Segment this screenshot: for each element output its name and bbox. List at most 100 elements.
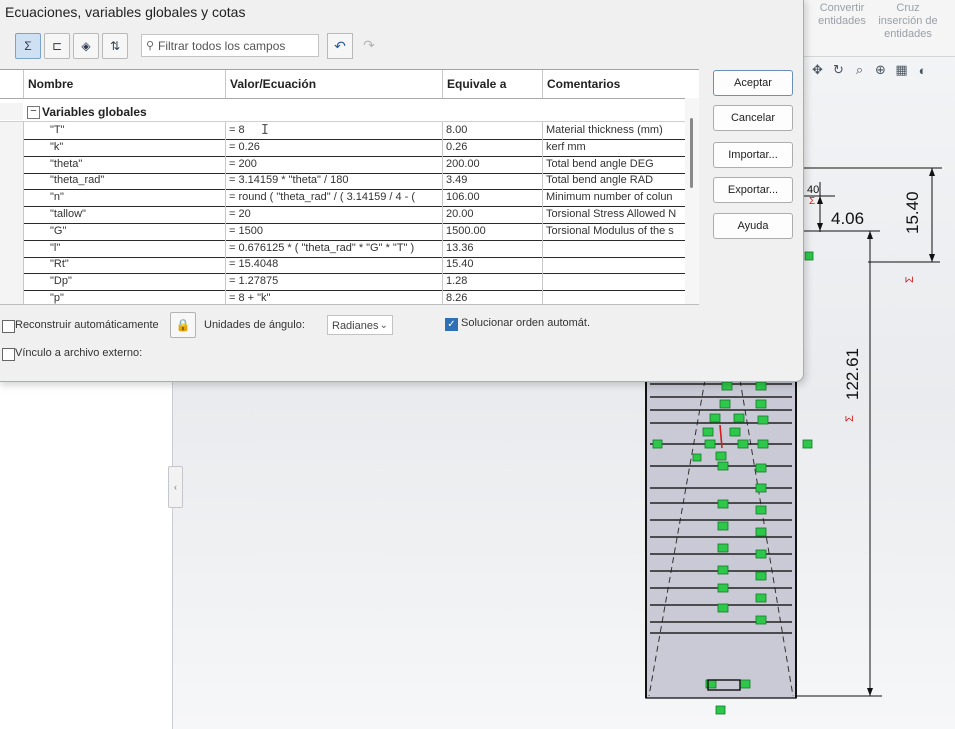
name-cell[interactable]: "k" [23, 138, 225, 156]
auto-solve-checkbox[interactable]: ✓ [445, 318, 458, 331]
name-cell[interactable]: "T" [23, 122, 225, 139]
equals-cell[interactable]: 13.36 [442, 239, 542, 257]
collapse-minus-icon[interactable]: − [27, 106, 40, 119]
equals-cell[interactable]: 1500.00 [442, 222, 542, 240]
equation-view-button[interactable]: Σ [15, 33, 41, 59]
name-cell[interactable]: "n" [23, 189, 225, 207]
group-row-global-variables[interactable]: − Variables globales [0, 103, 685, 122]
dimension-icon: ◈ [81, 39, 91, 53]
angle-units-select[interactable]: Radianes ⌄ [327, 315, 393, 335]
value-cell[interactable]: = 200 [225, 155, 442, 173]
comment-cell[interactable]: Total bend angle RAD [542, 172, 685, 190]
comment-cell[interactable]: Torsional Stress Allowed N [542, 206, 685, 223]
row-header[interactable] [0, 222, 23, 240]
table-row[interactable]: "n" = round ( "theta_rad" / ( 3.14159 / 4… [0, 189, 685, 208]
comment-cell[interactable] [542, 239, 685, 257]
equals-cell[interactable]: 3.49 [442, 172, 542, 190]
ordered-view-button[interactable]: ⇅ [102, 33, 128, 59]
row-header[interactable] [0, 189, 23, 207]
row-header[interactable] [0, 273, 23, 291]
comment-cell[interactable]: Material thickness (mm) [542, 122, 685, 139]
column-header-comments[interactable]: Comentarios [542, 70, 699, 98]
table-row[interactable]: "G" = 1500 1500.00 Torsional Modulus of the… [0, 222, 685, 241]
equals-cell[interactable]: 200.00 [442, 155, 542, 173]
scrollbar-thumb[interactable] [690, 118, 693, 188]
comment-cell[interactable]: Total bend angle DEG [542, 155, 685, 173]
export-button[interactable]: Exportar... [713, 177, 793, 203]
comment-cell[interactable]: Torsional Modulus of the s [542, 222, 685, 240]
column-header-value[interactable]: Valor/Ecuación [225, 70, 442, 98]
row-header[interactable] [0, 138, 23, 156]
row-header[interactable] [0, 172, 23, 190]
row-header[interactable] [0, 290, 23, 304]
name-cell[interactable]: "p" [23, 290, 225, 304]
row-header[interactable] [0, 239, 23, 257]
value-cell[interactable]: = 20 [225, 206, 442, 223]
cancel-button[interactable]: Cancelar [713, 105, 793, 131]
equals-cell[interactable]: 8.26 [442, 290, 542, 304]
table-row[interactable]: "k" = 0.26 0.26 kerf mm [0, 138, 685, 157]
name-cell[interactable]: "G" [23, 222, 225, 240]
name-cell[interactable]: "theta" [23, 155, 225, 173]
column-header-equals[interactable]: Equivale a [442, 70, 542, 98]
sigma-icon: Σ [24, 39, 32, 53]
sketch-equation-view-button[interactable]: ⊏ [44, 33, 70, 59]
name-cell[interactable]: "l" [23, 239, 225, 257]
equations-table: Nombre Valor/Ecuación Equivale a Comenta… [0, 69, 699, 305]
value-cell[interactable]: = 3.14159 * "theta" / 180 [225, 172, 442, 190]
table-scrollbar[interactable] [685, 98, 699, 304]
table-row[interactable]: "Rt" = 15.4048 15.40 [0, 256, 685, 275]
import-button[interactable]: Importar... [713, 142, 793, 168]
comment-cell[interactable]: kerf mm [542, 138, 685, 156]
equals-cell[interactable]: 1.28 [442, 273, 542, 291]
equals-cell[interactable]: 8.00 [442, 122, 542, 139]
dimension-arrows [817, 168, 935, 696]
undo-button[interactable]: ↶ [327, 33, 353, 59]
equals-cell[interactable]: 0.26 [442, 138, 542, 156]
accept-button[interactable]: Aceptar [713, 70, 793, 96]
row-header[interactable] [0, 155, 23, 173]
value-cell[interactable]: = 1.27875 [225, 273, 442, 291]
table-row[interactable]: "theta_rad" = 3.14159 * "theta" / 180 3.49… [0, 172, 685, 191]
row-header[interactable] [0, 206, 23, 223]
table-row[interactable]: "tallow" = 20 20.00 Torsional Stress Allowe… [0, 206, 685, 224]
comment-cell[interactable] [542, 273, 685, 291]
name-cell[interactable]: "tallow" [23, 206, 225, 223]
row-header[interactable] [0, 256, 23, 274]
name-cell[interactable]: "Rt" [23, 256, 225, 274]
value-cell[interactable]: = 0.676125 * ( "theta_rad" * "G" * "T" ) [225, 239, 442, 257]
name-cell[interactable]: "Dp" [23, 273, 225, 291]
dimension-4-06[interactable]: 4.06 [831, 209, 864, 229]
table-row[interactable]: "theta" = 200 200.00 Total bend angle DEG [0, 155, 685, 174]
table-row[interactable]: "T" = 8 8.00 Material thickness (mm) [0, 122, 685, 140]
dimension-122-61[interactable]: 122.61 [843, 330, 863, 400]
value-cell[interactable]: = 1500 [225, 222, 442, 240]
value-cell[interactable]: = 15.4048 [225, 256, 442, 274]
table-row[interactable]: "Dp" = 1.27875 1.28 [0, 273, 685, 292]
equals-cell[interactable]: 106.00 [442, 189, 542, 207]
table-row[interactable]: "p" = 8 + "k" 8.26 [0, 290, 685, 304]
value-cell[interactable]: = 0.26 [225, 138, 442, 156]
redo-button[interactable]: ↷ [357, 33, 381, 57]
row-header[interactable] [0, 122, 23, 139]
chevron-down-icon: ⌄ [379, 320, 388, 331]
equals-cell[interactable]: 15.40 [442, 256, 542, 274]
external-link-checkbox[interactable] [2, 348, 15, 361]
comment-cell[interactable] [542, 290, 685, 304]
name-cell[interactable]: "theta_rad" [23, 172, 225, 190]
value-cell[interactable]: = 8 [225, 122, 442, 139]
dimension-view-button[interactable]: ◈ [73, 33, 99, 59]
dimension-40[interactable]: 40 [807, 184, 819, 196]
column-header-name[interactable]: Nombre [23, 70, 225, 98]
equals-cell[interactable]: 20.00 [442, 206, 542, 223]
auto-rebuild-checkbox[interactable] [2, 320, 15, 333]
comment-cell[interactable]: Minimum number of colun [542, 189, 685, 207]
lock-button[interactable]: 🔒 [170, 312, 196, 338]
value-cell[interactable]: = 8 + "k" [225, 290, 442, 304]
help-button[interactable]: Ayuda [713, 213, 793, 239]
table-row[interactable]: "l" = 0.676125 * ( "theta_rad" * "G" * "T… [0, 239, 685, 258]
comment-cell[interactable] [542, 256, 685, 274]
dimension-15-40[interactable]: 15.40 [903, 174, 923, 234]
filter-input[interactable]: ⚲ Filtrar todos los campos [141, 34, 319, 57]
value-cell[interactable]: = round ( "theta_rad" / ( 3.14159 / 4 - … [225, 189, 442, 207]
